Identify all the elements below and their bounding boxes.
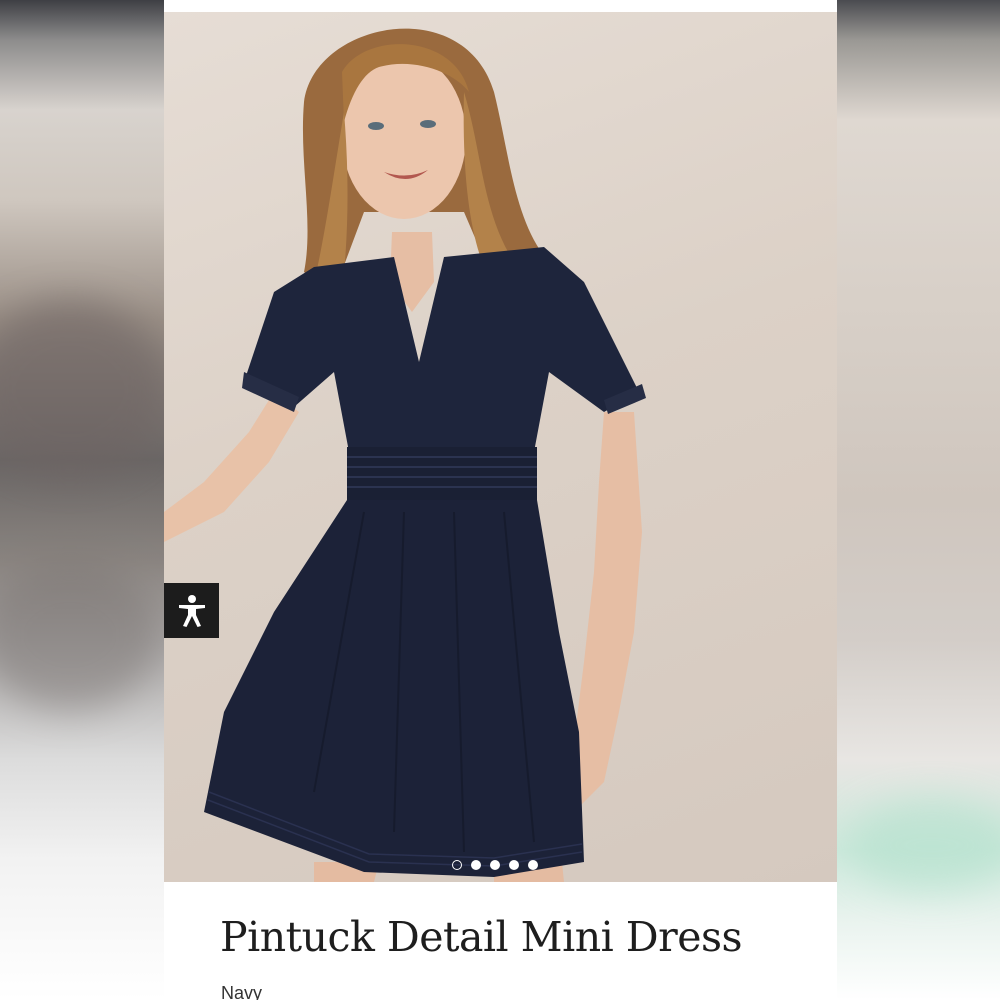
product-image[interactable] (164, 12, 837, 882)
product-page: Pintuck Detail Mini Dress Navy (164, 0, 837, 1000)
carousel-dot-1[interactable] (452, 860, 462, 870)
product-color-label: Navy (221, 983, 263, 1000)
accessibility-person-icon (178, 594, 205, 627)
carousel-dot-5[interactable] (528, 860, 538, 870)
backdrop-right (837, 0, 1000, 1000)
product-title: Pintuck Detail Mini Dress (220, 913, 743, 961)
backdrop-left (0, 0, 164, 1000)
carousel-indicators (452, 860, 538, 870)
product-photo-illustration (164, 28, 646, 882)
carousel-dot-4[interactable] (509, 860, 519, 870)
top-bar (164, 0, 837, 12)
accessibility-button[interactable] (164, 583, 219, 638)
carousel-dot-3[interactable] (490, 860, 500, 870)
carousel-dot-2[interactable] (471, 860, 481, 870)
